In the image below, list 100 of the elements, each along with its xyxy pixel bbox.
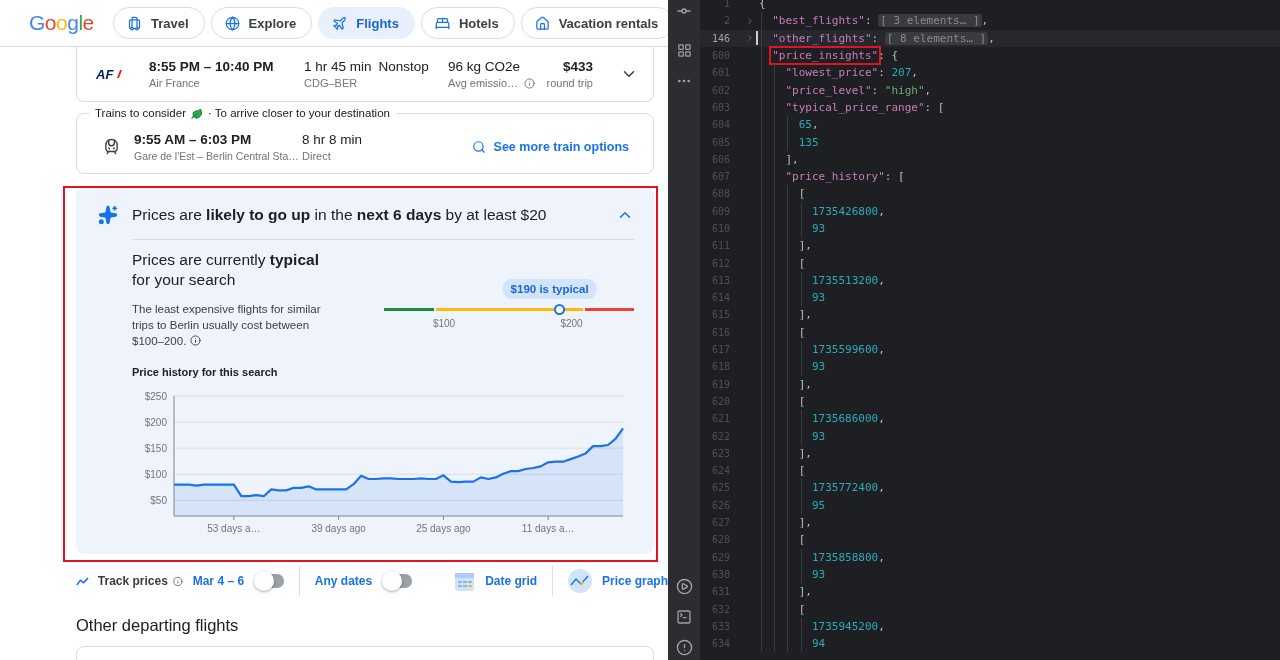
train-icon (103, 138, 120, 155)
date-grid-button[interactable]: Date grid (454, 570, 538, 592)
json-punctuation: , (924, 83, 932, 97)
airline-name: Air France (149, 77, 200, 89)
axis-label: $100 (144, 469, 167, 481)
toggle-switch[interactable] (384, 574, 413, 588)
nav-tab[interactable]: Travel (113, 7, 205, 39)
json-punctuation: [ (798, 464, 806, 478)
json-punctuation: ], (785, 152, 799, 166)
nav-tab[interactable]: Flights (318, 7, 415, 39)
info-icon (172, 574, 183, 588)
json-punctuation: , (878, 343, 885, 357)
json-punctuation: , (812, 118, 819, 132)
json-number: 93 (811, 567, 826, 581)
train-stops: Direct (302, 149, 331, 162)
axis-label: 11 days a… (521, 523, 575, 534)
info-icon (524, 77, 536, 89)
json-punctuation: : { (878, 49, 899, 63)
any-dates-label: Any dates (314, 574, 373, 588)
toggle-switch[interactable] (256, 574, 285, 588)
price-tooltip: $190 is typical (502, 279, 597, 299)
flight-duration: 1 hr 45 min (304, 59, 372, 74)
problems-icon[interactable] (675, 639, 693, 656)
price-graph-button[interactable]: Price graph (567, 569, 668, 593)
json-number: 93 (811, 429, 826, 443)
json-punctuation: ], (798, 239, 812, 253)
range-label: $100 (432, 318, 456, 329)
flight-emissions: 96 kg CO2e (448, 59, 521, 74)
axis-label: 39 days ago (311, 523, 366, 534)
price-status: Prices are currently typical for your search (132, 250, 320, 290)
json-number: 93 (811, 360, 826, 374)
section-title: Other departing flights (76, 616, 240, 635)
json-key: "best_flights" (772, 14, 865, 28)
terminal-icon[interactable] (676, 609, 692, 625)
json-punctuation: [ (798, 325, 806, 339)
axis-label: 25 days ago (416, 523, 471, 534)
json-punctuation: , (878, 204, 885, 218)
json-punctuation: , (981, 14, 989, 28)
json-punctuation: , (878, 481, 885, 495)
json-punctuation: , (878, 412, 885, 426)
nav-tab[interactable]: Explore (210, 7, 313, 39)
calendar-icon (454, 570, 476, 592)
range-label: $200 (560, 318, 583, 329)
nav-tab[interactable]: Vacation rentals (520, 7, 668, 39)
json-punctuation: ], (798, 585, 812, 599)
json-punctuation: [ (798, 394, 806, 408)
play-icon[interactable] (675, 578, 693, 595)
json-punctuation: ], (798, 308, 812, 322)
globe-icon (224, 15, 240, 31)
luggage-icon (127, 15, 142, 31)
json-key: "typical_price_range" (785, 100, 925, 114)
flight-route: CDG–BER (304, 77, 358, 89)
bed-icon (434, 15, 450, 31)
house-icon (534, 15, 550, 31)
json-number: 1735858800 (811, 550, 879, 564)
json-key: "price_level" (785, 83, 872, 97)
json-number: 1735945200 (811, 619, 879, 633)
json-punctuation: : (864, 14, 873, 28)
history-title: Price history for this search (132, 366, 279, 378)
json-number: 1735426800 (811, 204, 879, 218)
flight-times: 8:55 PM – 10:40 PM (149, 59, 274, 74)
json-punctuation: : [ (924, 100, 945, 114)
json-punctuation: : (878, 66, 886, 80)
axis-label: $250 (144, 391, 167, 402)
axis-label: $150 (144, 443, 167, 455)
dates-label: Mar 4 – 6 (192, 574, 245, 588)
json-string: "high" (884, 83, 925, 97)
nav-tab[interactable]: Hotels (420, 7, 515, 39)
json-key: "price_history" (785, 170, 885, 184)
sparkle-icon (98, 205, 118, 225)
highlighted-json-key: "price_insights" (772, 49, 879, 63)
folded-region-button[interactable]: [ 8 elements… ] (884, 31, 989, 45)
structure-icon[interactable] (676, 43, 692, 58)
json-punctuation: : (871, 31, 880, 45)
axis-label: $50 (150, 495, 167, 507)
json-punctuation: ], (798, 446, 812, 460)
json-punctuation: , (878, 273, 885, 287)
folded-region-button[interactable]: [ 3 elements… ] (878, 14, 982, 28)
json-punctuation: : (871, 83, 880, 97)
json-number: 1735513200 (811, 273, 879, 287)
json-punctuation: [ (798, 256, 806, 270)
json-number: 94 (811, 637, 826, 651)
json-number: 1735599600 (811, 343, 879, 357)
train-times: 9:55 AM – 6:03 PM (134, 131, 252, 147)
json-punctuation: , (878, 550, 885, 564)
axis-label: $200 (144, 417, 167, 429)
price-description: The least expensive flights for similar trips to Berlin usually cost between $100–200. (132, 302, 322, 349)
json-number: 1735772400 (811, 481, 879, 495)
json-number: 95 (811, 498, 826, 512)
json-punctuation: : [ (884, 170, 905, 184)
trains-title: Trains to consider (95, 106, 186, 121)
json-key: "other_flights" (772, 31, 872, 45)
json-punctuation: ], (798, 377, 812, 391)
json-punctuation: ], (798, 516, 812, 530)
trend-icon (76, 575, 89, 587)
json-number: 65 (798, 118, 812, 132)
train-options-link[interactable]: See more train options (471, 139, 629, 154)
price-note: round trip (546, 77, 593, 89)
json-punctuation: [ (798, 602, 806, 616)
leaf-icon (191, 107, 203, 120)
